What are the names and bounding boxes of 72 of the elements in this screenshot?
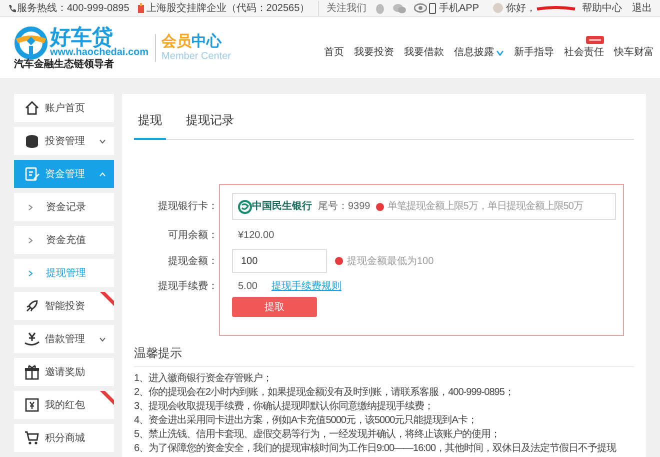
nav-link[interactable]: 我要投资 — [354, 45, 394, 60]
member-center-title-part: 中心 — [192, 34, 222, 48]
sidebar-item[interactable]: 资金充值 — [14, 226, 114, 254]
field-label: 提现银行卡： — [157, 200, 218, 214]
member-center-title-part: 会员 — [162, 34, 192, 48]
chat-icon — [392, 2, 406, 14]
tips-title: 温馨提示 — [134, 344, 634, 367]
greeting-text: 你好， — [506, 2, 536, 16]
balance-value: ¥120.00 — [237, 229, 274, 243]
sidebar-item[interactable]: 积分商城 — [14, 424, 114, 452]
envelope-icon — [24, 397, 40, 413]
hotline-text: 服务热线：400-999-0895 — [17, 2, 130, 16]
logo-slogan: 汽车金融生态链领导者 — [14, 60, 115, 70]
listing-text: 上海股交挂牌企业（代码：202565） — [146, 2, 310, 16]
cart-icon — [24, 430, 40, 446]
sidebar-item[interactable]: 资金记录 — [14, 193, 114, 221]
logout-link[interactable]: 退出 — [632, 0, 652, 16]
gift-icon — [24, 364, 40, 380]
warning-icon — [376, 202, 384, 210]
avatar-icon — [493, 3, 503, 13]
sidebar-item[interactable]: 借款管理 — [14, 325, 114, 353]
nav-link[interactable]: 新手指导 — [514, 45, 554, 60]
tip-line: 2、你的提现会在2小时内到账，如果提现金额没有及时到账，请联系客服，400-999-0895； — [134, 387, 515, 398]
help-center-link[interactable]: 帮助中心 — [582, 0, 622, 16]
sidebar-item[interactable]: 邀请奖励 — [14, 358, 114, 386]
eye-icon — [414, 3, 427, 13]
tip-line: 4、资金进出采用同卡进出方案，例如A卡充值5000元，该5000元只能提现到A卡； — [134, 415, 478, 426]
tab[interactable]: 提现 — [134, 111, 166, 140]
nav-link[interactable]: 社会责任 — [564, 45, 604, 60]
logo-name: 好车贷 — [50, 27, 113, 48]
field-label: 提现金额： — [167, 254, 218, 268]
phone-icon — [428, 2, 436, 14]
nav-link[interactable]: 首页 — [324, 45, 344, 60]
bank-card-panel[interactable]: 中国民生银行 尾号：9399 单笔提现金额上限5万，单日提现金额上限50万 — [232, 193, 616, 220]
warning-icon — [335, 257, 343, 265]
chevron-right-icon — [28, 270, 33, 276]
bank-logo-icon — [238, 200, 252, 214]
hand-coin-icon — [24, 331, 40, 347]
chevron-right-icon — [28, 236, 33, 244]
nav-link[interactable]: 快车财富 — [614, 45, 654, 60]
tip-line: 5、禁止洗钱、信用卡套现、虚假交易等行为，一经发现并确认，将终止该账户的使用； — [134, 429, 502, 440]
field-label: 提现手续费： — [157, 280, 218, 294]
tip-line: 1、进入徽商银行资金存管账户； — [134, 373, 274, 384]
nav-link[interactable]: 信息披露 — [454, 45, 494, 60]
card-tail-number: 尾号：9399 — [318, 200, 370, 214]
steering-wheel-logo-icon — [14, 26, 48, 60]
bank-name: 中国民生银行 — [252, 200, 312, 214]
sidebar-item[interactable]: 我的红包 — [14, 391, 114, 419]
redaction-mark-icon — [536, 6, 576, 10]
sidebar-item[interactable]: 投资管理 — [14, 127, 114, 155]
field-label: 可用余额： — [167, 228, 218, 243]
mobile-app-link[interactable]: 手机APP — [438, 0, 479, 16]
coins-icon — [24, 133, 40, 149]
logo-url: www.haochedai.com — [50, 48, 149, 58]
rocket-icon — [24, 298, 40, 314]
amount-note: 提现金额最低为100 — [347, 254, 434, 268]
chevron-right-icon — [28, 204, 33, 210]
follow-us-text: 关注我们 — [318, 0, 367, 16]
tip-line: 3、提现会收取提现手续费，你确认提现即默认你同意缴纳提现手续费； — [134, 401, 435, 412]
fee-value: 5.00 — [237, 280, 258, 294]
tip-line: 6、为了保障您的资金安全，我们的提现审核时间为工作日9:00——16:00，其他时间，双休日及法定节假日不予提现 — [134, 443, 618, 454]
home-icon — [24, 100, 40, 116]
phone-icon — [8, 4, 16, 12]
document-edit-icon — [24, 166, 40, 182]
sidebar-item[interactable]: 智能投资 — [14, 292, 114, 320]
nav-link[interactable]: 我要借款 — [404, 45, 444, 60]
member-center-subtitle: Member Center — [162, 52, 232, 62]
tab[interactable]: 提现记录 — [182, 111, 238, 140]
amount-input[interactable]: 100 — [232, 249, 327, 273]
sidebar-item[interactable]: 账户首页 — [14, 94, 114, 122]
limit-note: 单笔提现金额上限5万，单日提现金额上限50万 — [387, 200, 583, 214]
building-icon — [137, 3, 146, 13]
